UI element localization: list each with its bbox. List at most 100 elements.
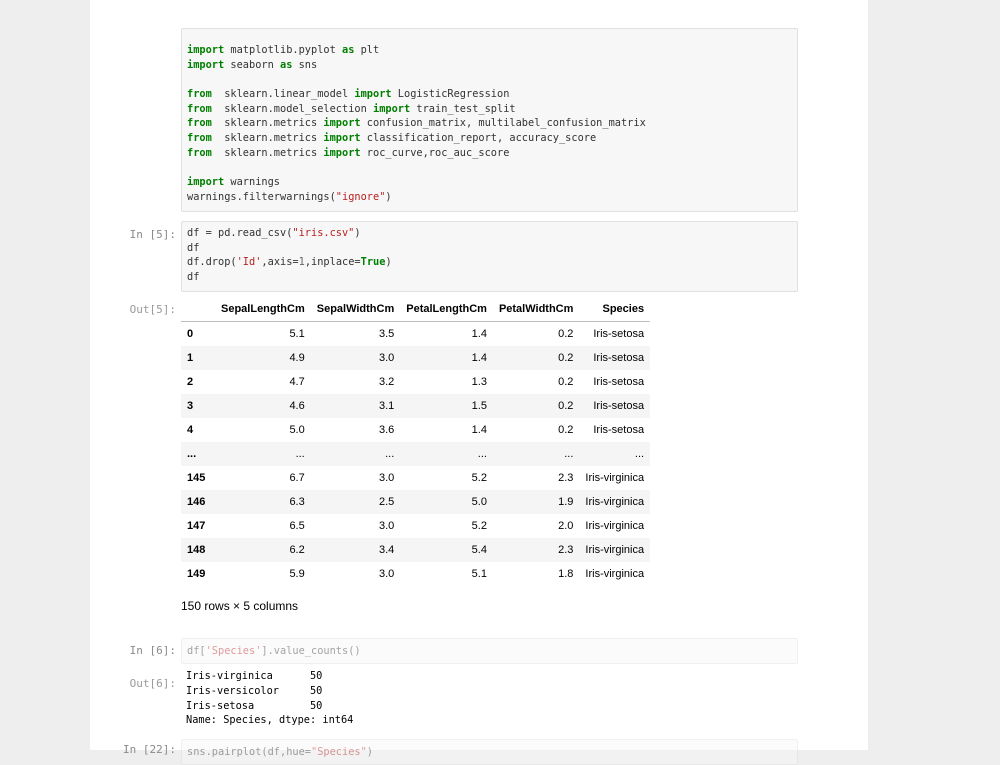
column-header: SepalLengthCm [215,297,311,322]
table-row: 146 6.3 2.5 5.0 1.9 Iris-virginica [181,490,651,514]
table-cell: Iris-setosa [593,400,645,412]
code-text: sns.pairplot(df,hue= [187,746,311,758]
table-cell: 3.0 [378,472,395,484]
dataframe-shape-note: 150 rows × 5 columns [181,599,299,613]
code-keyword: import [373,102,411,115]
table-cell: Iris-virginica [585,520,645,532]
column-header: PetalLengthCm [400,297,493,322]
code-keyword: import [187,176,225,189]
notebook-page: import matplotlib.pyplot as plt import se… [90,0,868,765]
table-cell: Iris-setosa [593,376,645,388]
table-cell: 6.5 [289,520,305,532]
code-text: ,axis= [261,256,299,269]
code-keyword: import [323,146,361,159]
table-cell: Iris-virginica [585,496,645,508]
table-row: 147 6.5 3.0 5.2 2.0 Iris-virginica [181,514,651,538]
code-text: train_test_split [410,102,516,115]
output-prompt: Out[5]: [129,303,176,316]
code-keyword: from [187,132,212,145]
code-input-5[interactable]: df = pd.read_csv("iris.csv") df df.drop('I… [181,221,798,292]
code-keyword: import [187,58,225,71]
code-text: ) [385,190,392,203]
code-line: sns.pairplot(df,hue="Species") [187,745,792,760]
row-index: 4 [187,424,194,436]
code-input-6[interactable]: df['Species'].value_counts() [181,638,798,664]
code-block: df = pd.read_csv("iris.csv") df df.drop('I… [187,226,792,285]
code-text: df = pd.read_csv( [187,227,293,239]
table-cell: 5.9 [289,568,305,580]
code-line: df [187,241,792,256]
table-cell: 2.5 [378,496,395,508]
code-text: df [187,241,200,254]
code-text: sklearn.metrics [211,117,324,130]
code-string: "ignore" [335,190,386,203]
table-cell: Iris-virginica [585,472,645,484]
code-text: ) [354,227,361,239]
code-line: from sklearn.metrics import confusion_ma… [187,116,792,131]
code-keyword: from [187,117,212,130]
column-header: PetalWidthCm [492,297,580,322]
table-header-row: SepalLengthCm SepalWidthCm PetalLengthCm Pe… [181,297,651,322]
table-cell: 6.7 [289,472,305,484]
code-text: warnings [224,176,280,189]
table-row: .................. [181,442,651,466]
code-keyword: as [280,58,293,71]
code-input-22[interactable]: sns.pairplot(df,hue="Species") [181,739,798,765]
table-cell: 5.1 [289,328,305,340]
code-block: sns.pairplot(df,hue="Species") [187,745,792,760]
table-cell: 1.3 [471,376,487,388]
code-keyword: import [354,88,392,101]
row-index: 145 [187,472,206,484]
code-line: df [187,270,792,285]
code-text: seaborn [224,58,280,71]
code-input-imports[interactable]: import matplotlib.pyplot as plt import se… [181,28,798,212]
table-cell: 3.1 [378,400,395,412]
code-text: sklearn.metrics [211,146,324,159]
code-keyword: as [342,44,355,56]
table-cell: 2.0 [558,520,574,532]
code-keyword: from [187,146,212,159]
table-cell: Iris-virginica [585,568,645,580]
code-string: "Species" [311,746,367,758]
code-text: ,inplace= [304,256,361,269]
table-row: 148 6.2 3.4 5.4 2.3 Iris-virginica [181,538,651,562]
code-text: df.drop( [187,256,237,269]
code-line: import seaborn as sns [187,58,792,73]
code-keyword: import [187,44,225,56]
table-cell: 5.0 [289,424,305,436]
code-text: sns [292,58,318,71]
table-cell: 4.7 [289,376,305,388]
table-cell: 3.0 [378,352,395,364]
code-line: df = pd.read_csv("iris.csv") [187,226,792,241]
table-cell: 2.3 [558,472,574,484]
code-keyword: from [187,88,212,101]
table-cell: Iris-virginica [585,544,645,556]
table-cell: ... [385,448,395,460]
table-cell: 1.4 [471,328,487,340]
code-text: LogisticRegression [391,88,510,101]
table-cell: 5.2 [471,472,487,484]
table-row: 0 5.1 3.5 1.4 0.2 Iris-setosa [181,321,651,346]
row-index: 0 [187,328,194,340]
table-cell: ... [564,448,574,460]
code-string: 'Id' [236,256,262,269]
code-string: 'Species' [205,645,262,657]
table-cell: ... [295,448,305,460]
code-keyword: from [187,102,212,115]
table-cell: 1.9 [558,496,574,508]
table-cell: 1.4 [471,352,487,364]
row-index: 146 [187,496,206,508]
row-index: ... [187,448,197,460]
input-prompt: In [6]: [129,644,176,657]
table-cell: 6.2 [289,544,305,556]
table-cell: 0.2 [558,424,574,436]
code-keyword: import [323,132,361,145]
table-cell: 5.2 [471,520,487,532]
column-header: SepalWidthCm [310,297,401,322]
code-keyword: import [323,117,361,130]
column-header: Species [579,297,651,322]
row-index: 148 [187,544,206,556]
code-text: sklearn.metrics [211,132,324,145]
table-cell: Iris-setosa [593,328,645,340]
